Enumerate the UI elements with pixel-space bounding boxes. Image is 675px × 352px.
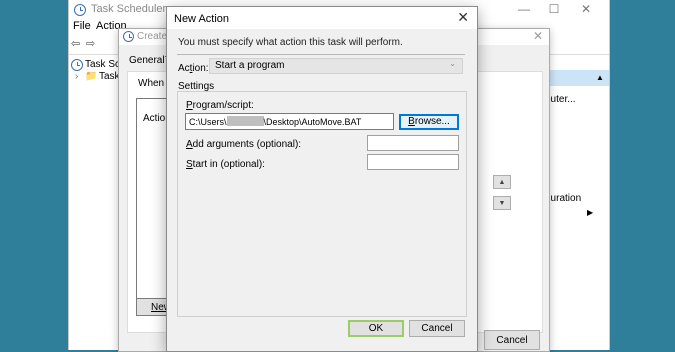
path-suffix: \Desktop\AutoMove.BAT [263, 117, 362, 127]
action-label: Action: [178, 63, 209, 74]
actions-panel-header: ▲ [543, 70, 609, 86]
program-script-input[interactable]: C:\Users\ \Desktop\AutoMove.BAT [185, 113, 394, 130]
add-arguments-input[interactable] [367, 135, 459, 151]
clock-icon [123, 31, 134, 42]
window-title: Task Scheduler [91, 3, 167, 15]
dialog-title: New Action [174, 13, 230, 25]
add-arguments-label: Add arguments (optional): [186, 139, 302, 150]
new-action-dialog: New Action ✕ You must specify what actio… [166, 6, 478, 352]
program-script-value: C:\Users\ \Desktop\AutoMove.BAT [189, 116, 361, 127]
actions-panel: ▲ puter... s guration ▶ [542, 70, 609, 350]
start-in-input[interactable] [367, 154, 459, 170]
close-icon[interactable]: ✕ [533, 29, 543, 43]
folder-icon: 📁 [85, 71, 98, 82]
cancel-button[interactable]: Cancel [409, 320, 465, 337]
submenu-arrow-icon[interactable]: ▶ [587, 208, 593, 217]
maximize-button[interactable]: ☐ [539, 0, 569, 20]
close-button[interactable]: ✕ [571, 0, 601, 20]
clock-icon [71, 59, 83, 71]
chevron-down-icon: ⌄ [449, 59, 456, 68]
move-up-button[interactable]: ▲ [493, 175, 511, 189]
program-script-label: Program/script: [186, 100, 254, 111]
start-in-label: Start in (optional): [186, 159, 265, 170]
expand-chevron-icon[interactable]: › [75, 71, 78, 82]
redacted-username [226, 116, 264, 126]
action-select-value: Start a program [215, 60, 285, 71]
new-action-titlebar: New Action ✕ [167, 7, 477, 29]
browse-button[interactable]: Browse... [399, 114, 459, 130]
clock-icon [74, 4, 86, 16]
action-select[interactable]: Start a program ⌄ [209, 58, 463, 74]
cancel-button[interactable]: Cancel [484, 330, 540, 350]
forward-arrow-icon[interactable]: ⇨ [86, 38, 98, 50]
collapse-arrow-icon[interactable]: ▲ [596, 73, 604, 82]
tab-general[interactable]: General [129, 55, 165, 66]
close-icon[interactable]: ✕ [457, 9, 469, 26]
separator [177, 54, 465, 55]
path-prefix: C:\Users\ [189, 117, 227, 127]
ok-button[interactable]: OK [348, 320, 404, 337]
menu-file[interactable]: File [73, 20, 91, 32]
back-arrow-icon[interactable]: ⇦ [71, 38, 83, 50]
move-down-button[interactable]: ▼ [493, 196, 511, 210]
dialog-description: You must specify what action this task w… [178, 37, 403, 48]
minimize-button[interactable]: — [509, 0, 539, 20]
actions-item[interactable]: guration [545, 193, 581, 204]
